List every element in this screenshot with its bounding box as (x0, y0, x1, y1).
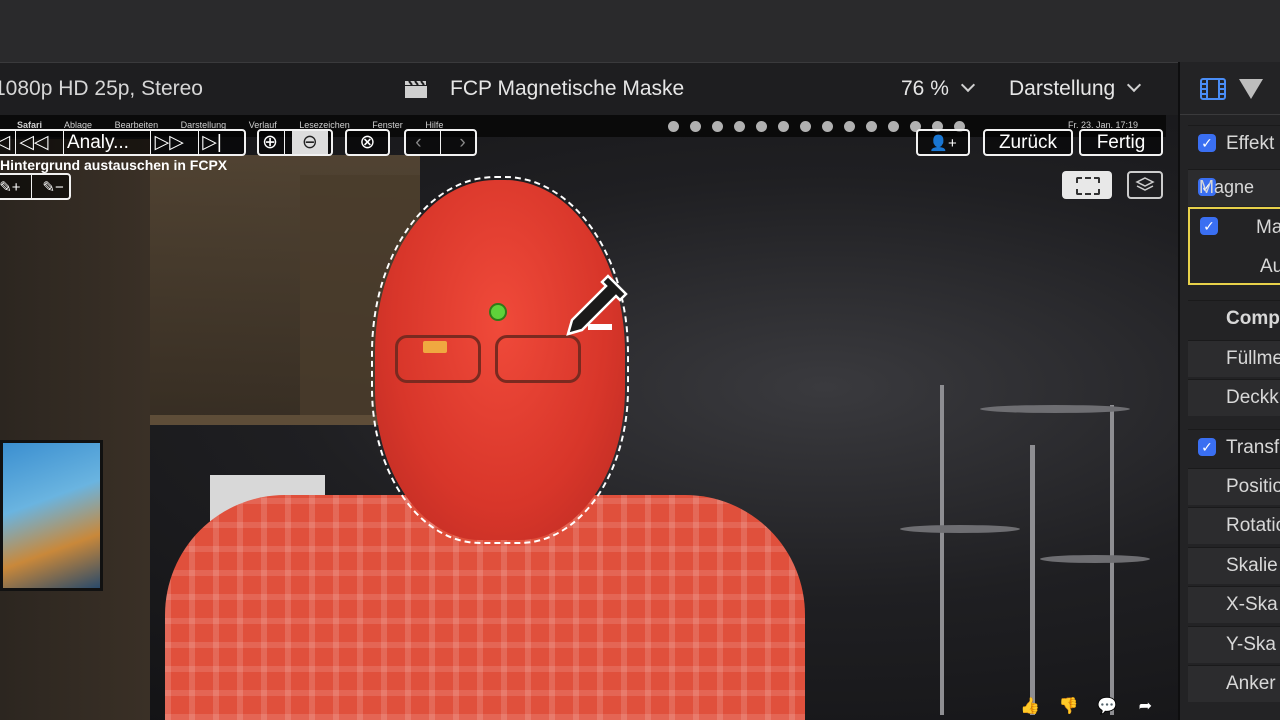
row-label: Comp (1226, 308, 1280, 329)
inspector-row-fill-mode[interactable]: Füllme (1188, 340, 1280, 377)
bottom-actions: 👍 👎 💬 ➦ (1020, 696, 1169, 716)
background-monitor (0, 440, 103, 591)
thumbs-up-icon[interactable]: 👍 (1020, 696, 1040, 715)
background-drums (880, 325, 1170, 720)
brush-group: ✎+ ✎− (0, 173, 71, 200)
layers-button[interactable] (1127, 171, 1163, 199)
view-label: Darstellung (1009, 77, 1116, 100)
overlay-subtitle: Hintergrund austauschen in FCPX (0, 157, 228, 173)
background-room (0, 139, 150, 720)
comment-icon[interactable]: 💬 (1097, 696, 1117, 715)
done-button[interactable]: Fertig (1079, 129, 1163, 156)
row-label: Positio (1226, 476, 1280, 497)
inspector-panel: ✓ Effekt ✓ Magne ✓ Ma Au Comp Füllme Dec… (1180, 62, 1280, 720)
previous-icon[interactable]: ◁ (0, 131, 12, 154)
clear-icon[interactable]: ⊗ (345, 129, 390, 156)
thumbs-down-icon[interactable]: 👎 (1058, 696, 1078, 715)
share-icon[interactable]: ➦ (1135, 696, 1155, 715)
subject-highlight (423, 341, 447, 353)
eyedropper-icon (566, 274, 628, 336)
next-frame-icon[interactable]: ▷| (202, 131, 242, 154)
zoom-value: 76 % (901, 77, 949, 100)
checkbox[interactable]: ✓ (1200, 217, 1218, 235)
row-label: Skalie (1226, 555, 1278, 576)
inspector-row-scale-y[interactable]: Y-Ska (1188, 626, 1280, 663)
add-person-icon[interactable]: 👤+ (916, 129, 970, 156)
inspector-row-anchor[interactable]: Anker (1188, 665, 1280, 702)
inspector-row-opacity[interactable]: Deckk (1188, 379, 1280, 416)
mask-point-marker[interactable] (489, 303, 507, 321)
row-label: Füllme (1226, 348, 1280, 369)
zoom-out-icon[interactable]: ⊖ (291, 131, 328, 154)
zoom-menu[interactable]: 76 % (901, 77, 975, 101)
chevron-down-icon (1127, 77, 1142, 93)
row-label: X-Ska (1226, 594, 1278, 615)
window-topbar (0, 0, 1280, 62)
selection-icon (1076, 177, 1100, 195)
row-label: Effekt (1226, 133, 1275, 154)
analyze-button[interactable]: Analy... (67, 132, 147, 154)
inspector-row-rotation[interactable]: Rotatio (1188, 507, 1280, 544)
row-label: Magne (1199, 177, 1255, 197)
inspector-tabs (1180, 62, 1280, 115)
brush-remove-icon[interactable]: ✎− (42, 178, 63, 196)
layers-icon (1135, 177, 1155, 191)
format-label: 1080p HD 25p, Stereo (0, 77, 203, 100)
inspector-row-compositing[interactable]: Comp (1188, 300, 1280, 337)
project-title: FCP Magnetische Maske (450, 77, 685, 100)
checkbox[interactable]: ✓ (1198, 134, 1216, 152)
video-viewer[interactable]: Safari Ablage Bearbeiten Darstellung Ver… (0, 115, 1178, 720)
chevron-right-icon[interactable]: › (459, 132, 465, 154)
playback-analyze-group: ◁ ◁◁ Analy... ▷▷ ▷| (0, 129, 246, 156)
filter-icon[interactable] (1238, 78, 1264, 100)
film-icon[interactable] (1200, 78, 1226, 100)
zoom-in-icon[interactable]: ⊕ (262, 131, 278, 154)
inspector-row-transform[interactable]: ✓ Transf (1188, 429, 1280, 466)
highlighted-mask-group: ✓ Ma Au (1188, 207, 1280, 285)
row-label: Deckk (1226, 387, 1279, 408)
inspector-row-position[interactable]: Positio (1188, 468, 1280, 505)
inspector-row-magnetic-mask[interactable]: ✓ Magne (1188, 169, 1280, 206)
row-label: Ma (1256, 217, 1280, 238)
back-button[interactable]: Zurück (983, 129, 1073, 156)
row-label: Y-Ska (1226, 634, 1276, 655)
subject-person-masked (165, 165, 805, 720)
selection-mode-button[interactable] (1062, 171, 1112, 199)
row-label: Au (1260, 256, 1280, 277)
inspector-row-scale[interactable]: Skalie (1188, 547, 1280, 584)
view-menu[interactable]: Darstellung (1009, 77, 1142, 101)
chevron-left-icon[interactable]: ‹ (415, 132, 421, 154)
row-label: Rotatio (1226, 515, 1280, 536)
nav-group: ‹ › (404, 129, 477, 156)
forward-icon[interactable]: ▷▷ (155, 131, 195, 154)
row-label: Transf (1226, 437, 1280, 458)
zoom-group: ⊕ ⊖ (257, 129, 333, 156)
chevron-down-icon (960, 77, 975, 93)
rewind-icon[interactable]: ◁◁ (19, 131, 59, 154)
clapper-icon (405, 80, 427, 98)
viewer-header: 1080p HD 25p, Stereo FCP Magnetische Mas… (0, 62, 1178, 115)
row-label: Anker (1226, 673, 1276, 694)
inspector-row-scale-x[interactable]: X-Ska (1188, 586, 1280, 623)
checkbox[interactable]: ✓ (1198, 438, 1216, 456)
brush-add-icon[interactable]: ✎+ (0, 178, 21, 196)
inspector-row-effects[interactable]: ✓ Effekt (1188, 125, 1280, 162)
